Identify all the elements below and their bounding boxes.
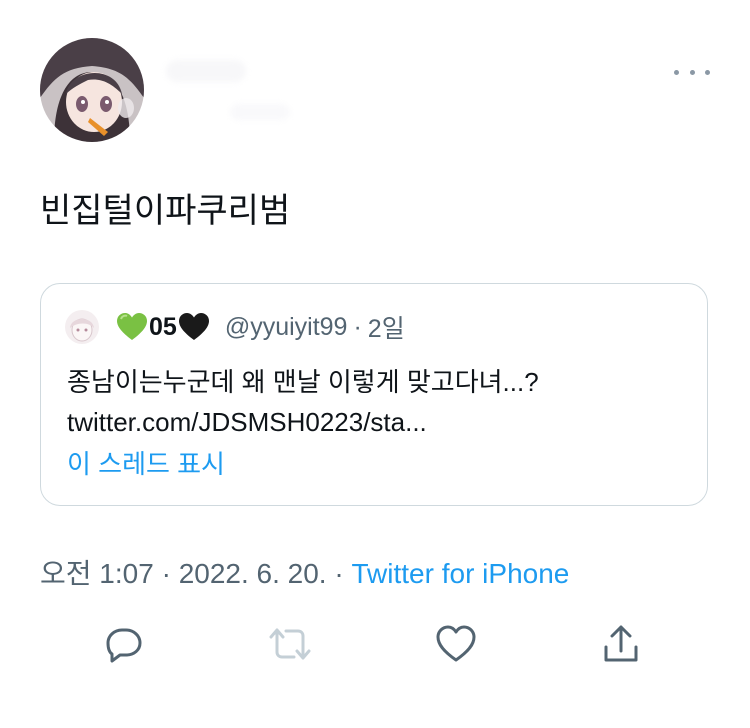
- separator-dot: ·: [326, 558, 352, 589]
- black-heart-icon: [177, 311, 211, 343]
- like-icon[interactable]: [432, 620, 480, 668]
- quoted-tweet-card[interactable]: 05 @yyuiyit99 · 2일 종남이는누군데 왜 맨날 이렇게 맞고다녀…: [40, 283, 708, 506]
- quoted-author-avatar: [65, 310, 99, 344]
- author-handle[interactable]: [230, 104, 290, 120]
- share-icon[interactable]: [597, 620, 645, 668]
- tweet-source-link[interactable]: Twitter for iPhone: [351, 558, 569, 589]
- show-thread-link[interactable]: 이 스레드 표시: [67, 444, 225, 484]
- tweet-date[interactable]: 2022. 6. 20.: [179, 558, 327, 589]
- quoted-tweet-text: 종남이는누군데 왜 맨날 이렇게 맞고다녀...?: [67, 367, 539, 397]
- tweet-meta: 오전 1:07 · 2022. 6. 20. · Twitter for iPh…: [40, 556, 569, 592]
- quoted-author-name[interactable]: 05: [115, 311, 211, 343]
- action-bar: [0, 620, 750, 672]
- quoted-author-name-text: 05: [149, 312, 177, 341]
- separator-dot: ·: [153, 558, 179, 589]
- quoted-tweet-link[interactable]: twitter.com/JDSMSH0223/sta...: [67, 402, 427, 442]
- quoted-author-handle[interactable]: @yyuiyit99: [225, 313, 348, 342]
- author-name[interactable]: [166, 60, 246, 82]
- author-avatar[interactable]: [40, 38, 144, 142]
- reply-icon[interactable]: [100, 620, 148, 668]
- tweet-time[interactable]: 오전 1:07: [40, 558, 154, 589]
- tweet-text: 빈집털이파쿠리범: [40, 192, 291, 230]
- retweet-icon[interactable]: [266, 620, 314, 668]
- green-heart-icon: [115, 311, 149, 343]
- quoted-tweet-time[interactable]: 2일: [368, 309, 405, 345]
- separator-dot: ·: [353, 312, 362, 341]
- more-options-icon[interactable]: [674, 58, 710, 86]
